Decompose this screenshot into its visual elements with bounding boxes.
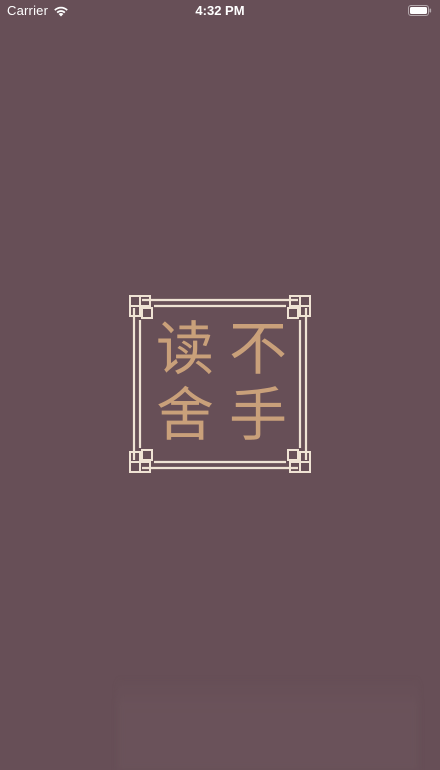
bottom-fade-overlay — [118, 678, 418, 770]
logo-char-bu: 不 — [228, 315, 287, 383]
logo-char-she: 舍 — [155, 381, 214, 449]
logo-char-du: 读 — [155, 315, 214, 383]
logo-char-shou: 手 — [228, 381, 287, 449]
app-logo: 读 舍 不 手 — [128, 294, 312, 474]
battery-icon — [408, 5, 432, 16]
status-bar: Carrier 4:32 PM — [0, 0, 440, 22]
status-time: 4:32 PM — [195, 3, 245, 18]
